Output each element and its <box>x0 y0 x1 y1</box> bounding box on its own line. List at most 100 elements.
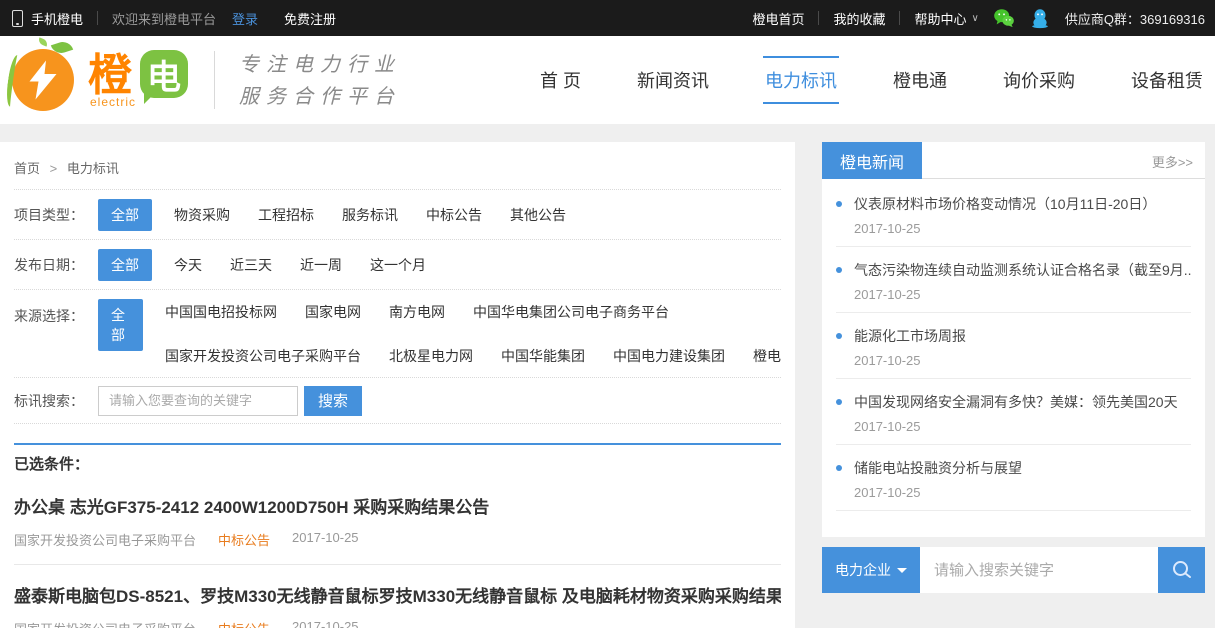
enterprise-search-button[interactable] <box>1158 547 1205 593</box>
result-title-link[interactable]: 盛泰斯电脑包DS-8521、罗技M330无线静音鼠标罗技M330无线静音鼠标 及… <box>14 582 781 607</box>
breadcrumb-home-link[interactable]: 首页 <box>14 161 40 176</box>
filter-option[interactable]: 近三天 <box>230 255 272 275</box>
news-panel-header: 橙电新闻 更多>> <box>822 142 1205 179</box>
nav-equipment-rental[interactable]: 设备租赁 <box>1129 58 1205 102</box>
bullet-dot-icon <box>836 267 842 273</box>
tender-search-button[interactable]: 搜索 <box>304 386 362 416</box>
news-title: 中国发现网络安全漏洞有多快？美媒：领先美国20天 <box>854 392 1178 412</box>
help-center-menu[interactable]: 帮助中心 <box>914 9 966 28</box>
mobile-site-link[interactable]: 手机橙电 <box>31 9 83 28</box>
logo-circle <box>12 49 74 111</box>
dropdown-triangle-icon <box>897 568 907 578</box>
tagline: 专注电力行业 服务合作平台 <box>214 48 401 112</box>
enterprise-search-bar: 电力企业 <box>822 547 1205 593</box>
news-line: 气态污染物连续自动监测系统认证合格名录（截至9月... <box>836 260 1191 280</box>
filter-project-type: 项目类型： 全部 物资采购 工程招标 服务标讯 中标公告 其他公告 <box>14 190 781 240</box>
filter-option[interactable]: 服务标讯 <box>342 205 398 225</box>
logo-text-electric: electric <box>90 95 136 109</box>
filter-option[interactable]: 中国华电集团公司电子商务平台 <box>473 302 669 322</box>
news-date: 2017-10-25 <box>854 287 1191 302</box>
filter-option-all-active[interactable]: 全部 <box>98 199 152 231</box>
lightning-bolt-icon <box>25 59 61 101</box>
result-tag: 中标公告 <box>218 619 270 628</box>
qq-icon[interactable] <box>1029 7 1051 29</box>
filter-option[interactable]: 国家开发投资公司电子采购平台 <box>165 346 361 366</box>
filter-option[interactable]: 今天 <box>174 255 202 275</box>
news-item[interactable]: 中国发现网络安全漏洞有多快？美媒：领先美国20天 2017-10-25 <box>836 379 1191 445</box>
news-title: 能源化工市场周报 <box>854 326 966 346</box>
news-item[interactable]: 储能电站投融资分析与展望 2017-10-25 <box>836 445 1191 511</box>
mobile-phone-icon <box>12 10 23 27</box>
news-item[interactable]: 能源化工市场周报 2017-10-25 <box>836 313 1191 379</box>
topbar-right: 橙电首页 我的收藏 帮助中心 ∨ <box>752 7 1205 29</box>
news-more-link[interactable]: 更多>> <box>1152 152 1193 171</box>
news-panel: 橙电新闻 更多>> 仪表原材料市场价格变动情况（10月11日-20日） 2017… <box>822 142 1205 537</box>
filter-label: 来源选择： <box>14 306 98 326</box>
result-title-link[interactable]: 办公桌 志光GF375-2412 2400W1200D750H 采购采购结果公告 <box>14 493 781 518</box>
site-header: 橙 electric 电 专注电力行业 服务合作平台 首 页 新闻资讯 电力标讯… <box>0 36 1215 124</box>
tagline-line1: 专注电力行业 <box>239 48 401 80</box>
nav-news[interactable]: 新闻资讯 <box>635 58 711 102</box>
filter-option[interactable]: 橙电 <box>753 346 781 366</box>
result-date: 2017-10-25 <box>292 619 359 628</box>
logo-leaf-icon-small <box>37 37 49 46</box>
bullet-dot-icon <box>836 201 842 207</box>
filter-label: 发布日期： <box>14 255 98 275</box>
filter-option[interactable]: 这一个月 <box>370 255 426 275</box>
register-link[interactable]: 免费注册 <box>284 9 336 28</box>
favorites-link[interactable]: 我的收藏 <box>833 9 885 28</box>
main-content-panel: 首页 > 电力标讯 项目类型： 全部 物资采购 工程招标 服务标讯 中标公告 其… <box>0 142 795 628</box>
site-home-link[interactable]: 橙电首页 <box>752 9 804 28</box>
filter-option[interactable]: 国家电网 <box>305 302 361 322</box>
filter-option[interactable]: 中国华能集团 <box>501 346 585 366</box>
tagline-text: 专注电力行业 服务合作平台 <box>239 48 401 112</box>
tender-search-input[interactable] <box>98 386 298 416</box>
news-line: 储能电站投融资分析与展望 <box>836 458 1191 478</box>
selected-conditions-label: 已选条件： <box>14 445 781 476</box>
divider <box>97 11 98 25</box>
nav-power-tenders[interactable]: 电力标讯 <box>763 56 839 104</box>
login-link[interactable]: 登录 <box>232 9 258 28</box>
filter-option[interactable]: 物资采购 <box>174 205 230 225</box>
logo-leaf-swoosh <box>4 54 25 107</box>
topbar: 手机橙电 欢迎来到橙电平台 登录 免费注册 橙电首页 我的收藏 帮助中心 ∨ <box>0 0 1215 36</box>
news-title: 气态污染物连续自动监测系统认证合格名录（截至9月... <box>854 260 1191 280</box>
filter-option[interactable]: 其他公告 <box>510 205 566 225</box>
welcome-text: 欢迎来到橙电平台 <box>112 9 216 28</box>
nav-home[interactable]: 首 页 <box>538 58 583 102</box>
magnifier-icon <box>1171 559 1193 581</box>
breadcrumb-separator: > <box>50 161 58 176</box>
news-item[interactable]: 气态污染物连续自动监测系统认证合格名录（截至9月... 2017-10-25 <box>836 247 1191 313</box>
filter-options: 中国国电招投标网 国家电网 南方电网 中国华电集团公司电子商务平台 国家开发投资… <box>165 290 781 378</box>
enterprise-category-dropdown[interactable]: 电力企业 <box>822 547 920 593</box>
enterprise-search-input[interactable] <box>920 547 1158 593</box>
site-logo[interactable]: 橙 electric 电 <box>12 49 188 111</box>
news-tab[interactable]: 橙电新闻 <box>822 142 922 179</box>
chevron-down-icon: ∨ <box>971 13 978 24</box>
filter-option-all-active[interactable]: 全部 <box>98 249 152 281</box>
wechat-icon[interactable] <box>993 7 1015 29</box>
filter-option[interactable]: 中国国电招投标网 <box>165 302 277 322</box>
news-item[interactable]: 仪表原材料市场价格变动情况（10月11日-20日） 2017-10-25 <box>836 181 1191 247</box>
nav-chengdiantong[interactable]: 橙电通 <box>891 58 949 102</box>
topbar-left: 手机橙电 欢迎来到橙电平台 登录 免费注册 <box>12 9 336 28</box>
filter-options-line1: 中国国电招投标网 国家电网 南方电网 中国华电集团公司电子商务平台 <box>165 290 781 334</box>
news-line: 中国发现网络安全漏洞有多快？美媒：领先美国20天 <box>836 392 1191 412</box>
main-nav: 首 页 新闻资讯 电力标讯 橙电通 询价采购 设备租赁 <box>538 56 1205 104</box>
filter-option[interactable]: 南方电网 <box>389 302 445 322</box>
breadcrumb: 首页 > 电力标讯 <box>14 142 781 190</box>
filter-option[interactable]: 近一周 <box>300 255 342 275</box>
filter-option[interactable]: 中国电力建设集团 <box>613 346 725 366</box>
nav-inquiry-purchase[interactable]: 询价采购 <box>1001 58 1077 102</box>
filter-option[interactable]: 工程招标 <box>258 205 314 225</box>
filter-option-all-active[interactable]: 全部 <box>98 299 143 351</box>
filter-option[interactable]: 中标公告 <box>426 205 482 225</box>
news-list: 仪表原材料市场价格变动情况（10月11日-20日） 2017-10-25 气态污… <box>822 179 1205 511</box>
bullet-dot-icon <box>836 399 842 405</box>
filter-option[interactable]: 北极星电力网 <box>389 346 473 366</box>
enterprise-category-label: 电力企业 <box>835 560 891 580</box>
bullet-dot-icon <box>836 465 842 471</box>
news-title: 储能电站投融资分析与展望 <box>854 458 1022 478</box>
tender-search-row: 标讯搜索： 搜索 <box>14 378 781 424</box>
logo-bubble: 电 <box>140 50 188 98</box>
